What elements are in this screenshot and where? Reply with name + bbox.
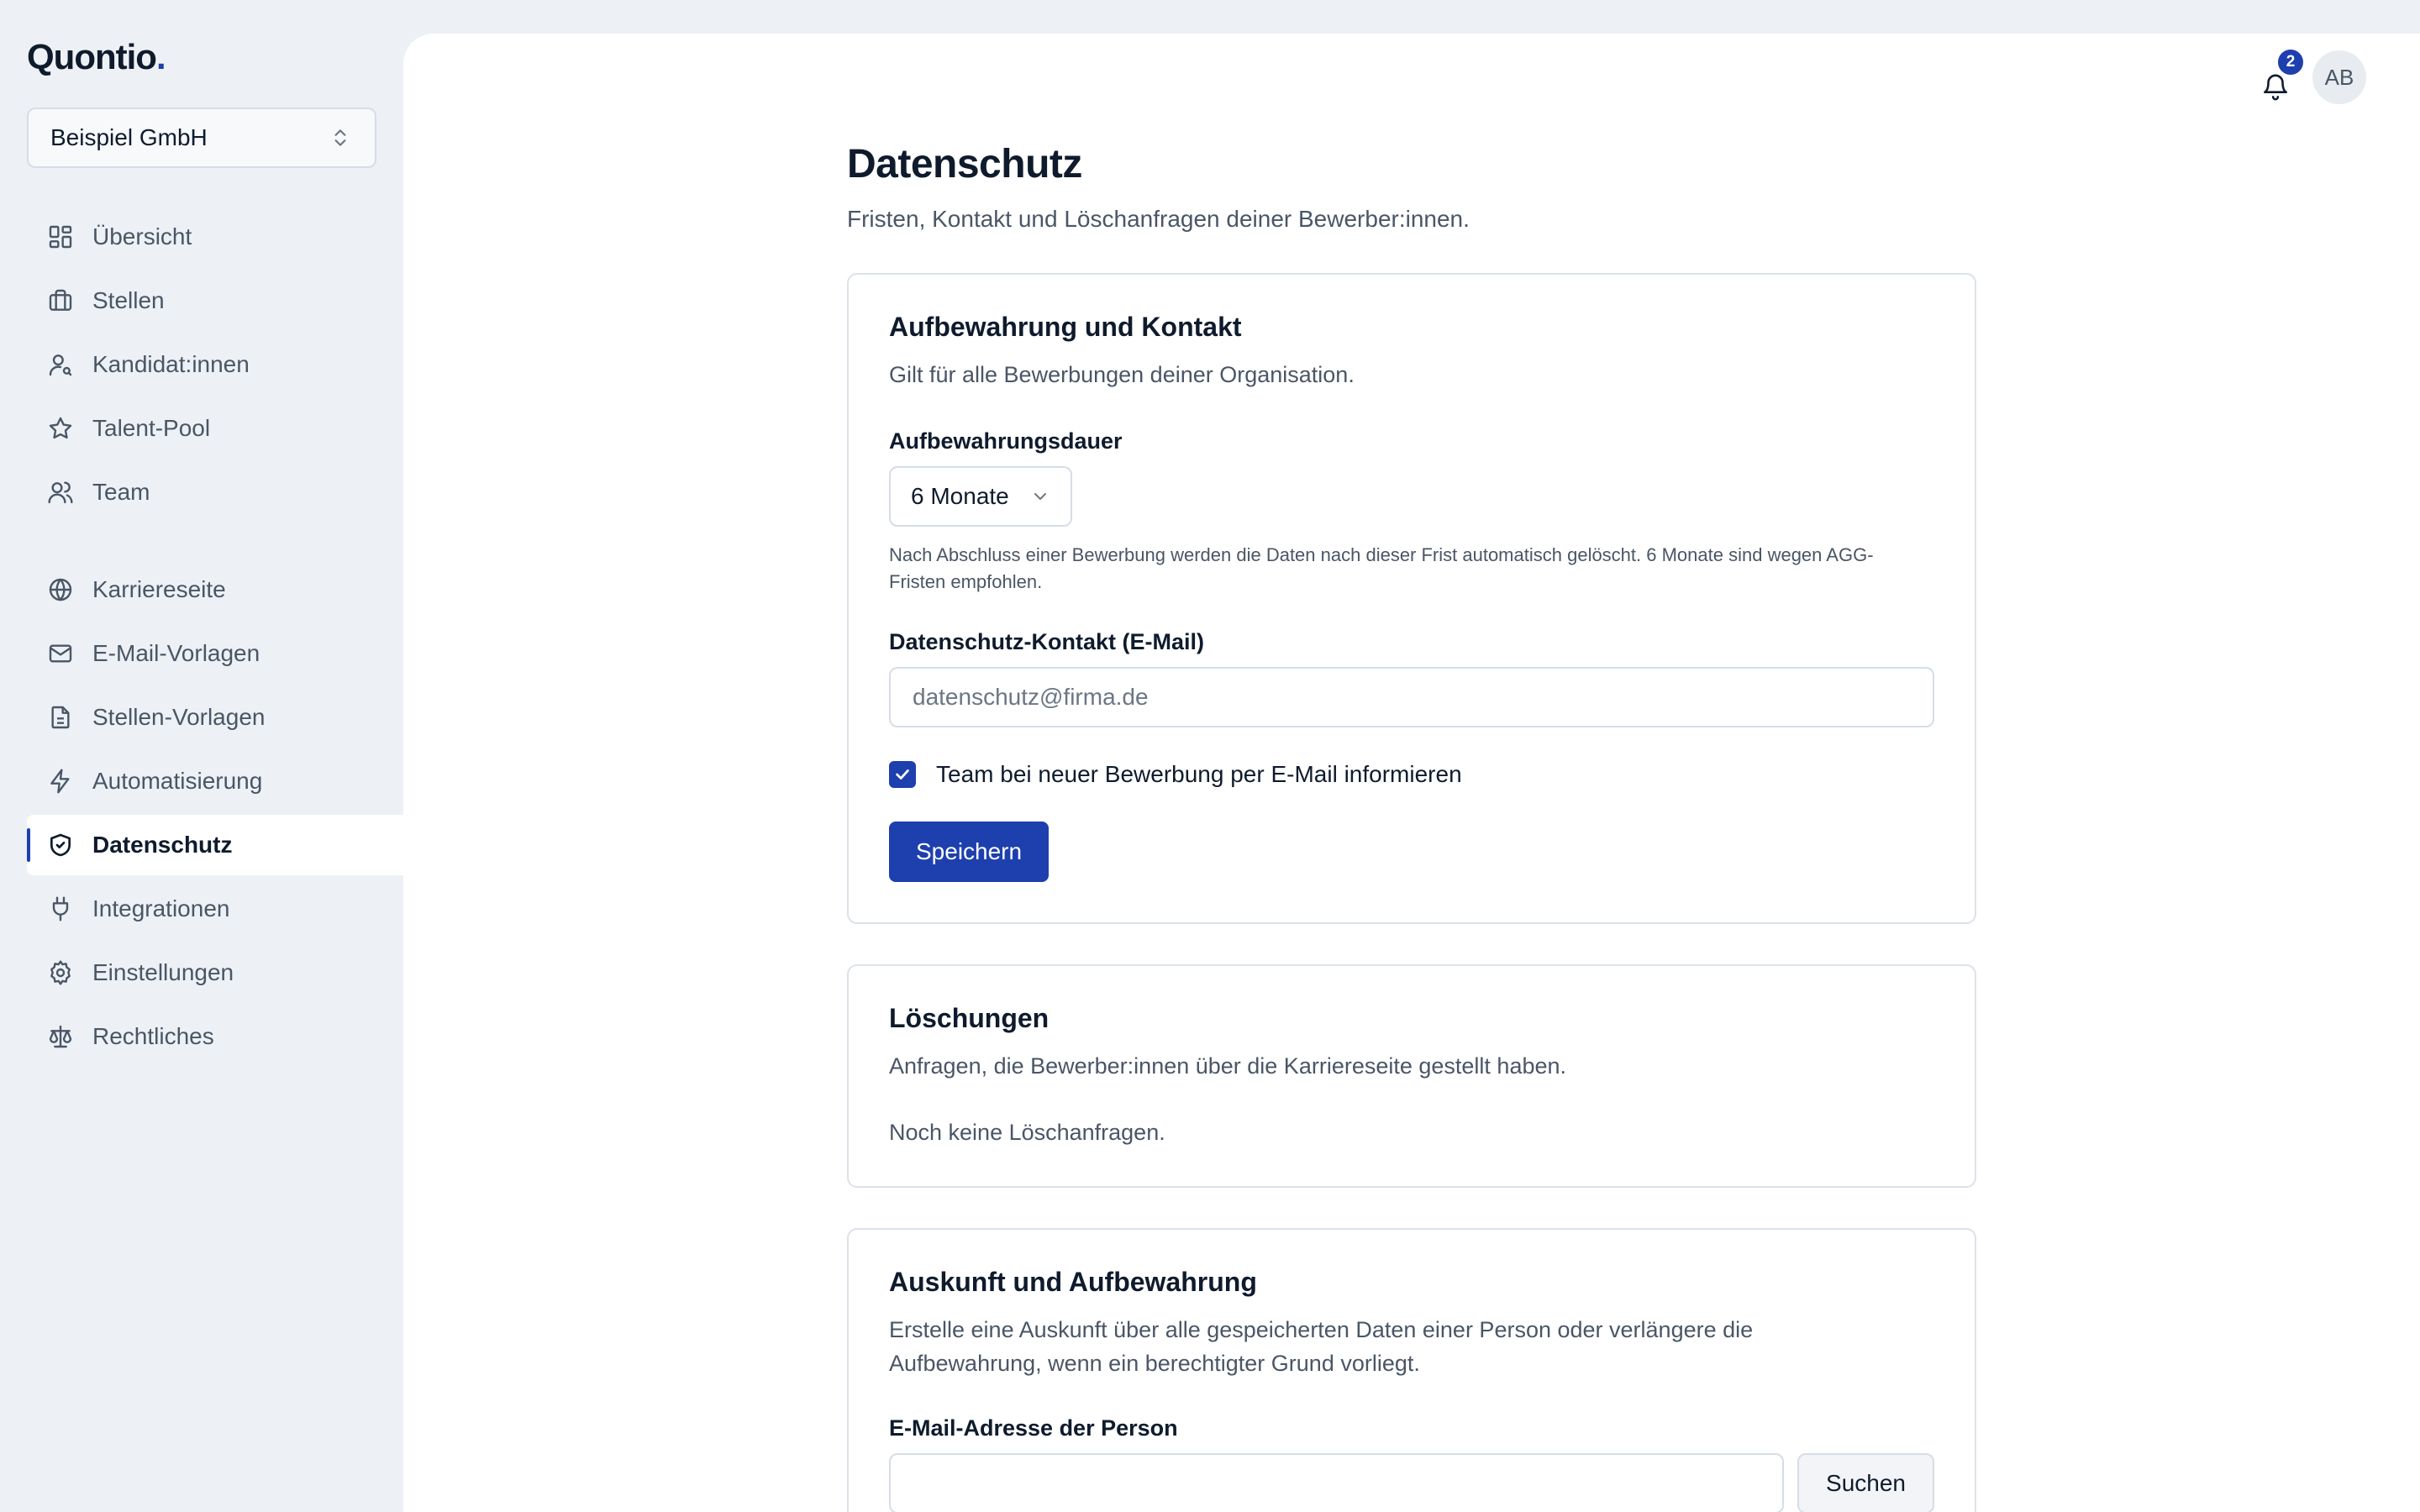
card-title: Löschungen: [889, 1003, 1050, 1033]
retention-contact-card: Aufbewahrung und Kontakt Gilt für alle B…: [847, 273, 1976, 924]
retention-duration-hint: Nach Abschluss einer Bewerbung werden di…: [889, 544, 1874, 592]
chevron-up-down-icon: [334, 129, 346, 146]
star-icon: [49, 417, 72, 439]
card-title: Auskunft und Aufbewahrung: [889, 1267, 1257, 1297]
dashboard-icon: [49, 225, 72, 249]
sidebar-item-label: E-Mail-Vorlagen: [92, 640, 260, 666]
notify-team-checkbox[interactable]: [889, 761, 916, 788]
user-search-icon: [49, 354, 72, 376]
notify-team-label[interactable]: Team bei neuer Bewerbung per E-Mail info…: [936, 761, 1462, 788]
sidebar: Quontio. Beispiel GmbH Übersicht Stellen…: [0, 0, 403, 1512]
sidebar-item-label: Team: [92, 479, 150, 505]
card-subtitle: Anfragen, die Bewerber:innen über die Ka…: [889, 1053, 1567, 1079]
sidebar-item-label: Stellen-Vorlagen: [92, 704, 266, 730]
globe-icon: [49, 578, 72, 601]
sidebar-item-label: Einstellungen: [92, 959, 234, 985]
sidebar-item-email-vorlagen[interactable]: E-Mail-Vorlagen: [27, 623, 403, 684]
person-search-row: Suchen: [889, 1453, 1934, 1512]
notify-team-row: Team bei neuer Bewerbung per E-Mail info…: [889, 761, 1934, 788]
sidebar-item-stellen[interactable]: Stellen: [27, 270, 403, 331]
page-title: Datenschutz: [847, 142, 1082, 186]
save-button[interactable]: Speichern: [889, 822, 1050, 882]
notification-count-badge: 2: [2275, 47, 2306, 77]
card-subtitle: Gilt für alle Bewerbungen deiner Organis…: [889, 362, 1355, 387]
briefcase-icon: [49, 289, 72, 311]
sidebar-item-label: Rechtliches: [92, 1023, 214, 1049]
data-access-card: Auskunft und Aufbewahrung Erstelle eine …: [847, 1228, 1976, 1512]
plug-icon: [52, 896, 69, 921]
bell-icon: [2263, 74, 2288, 101]
sidebar-item-karriereseite[interactable]: Karriereseite: [27, 559, 403, 620]
nav-divider: [27, 526, 403, 559]
sidebar-item-automatisierung[interactable]: Automatisierung: [27, 751, 403, 811]
users-icon: [48, 481, 73, 504]
card-subtitle: Erstelle eine Auskunft über alle gespeic…: [889, 1317, 1754, 1376]
sidebar-item-team[interactable]: Team: [27, 462, 403, 522]
sidebar-item-integrationen[interactable]: Integrationen: [27, 879, 403, 939]
privacy-contact-email-input[interactable]: [889, 667, 1934, 727]
mail-icon: [49, 644, 72, 663]
sidebar-item-label: Automatisierung: [92, 768, 263, 794]
retention-duration-label: Aufbewahrungsdauer: [889, 428, 1123, 454]
retention-duration-select[interactable]: 6 Monate: [889, 466, 1072, 527]
page-content: Datenschutz Fristen, Kontakt und Löschan…: [847, 141, 1976, 1512]
document-icon: [51, 706, 70, 729]
brand-logo[interactable]: Quontio.: [27, 37, 166, 77]
main-panel: 2 AB Datenschutz Fristen, Kontakt und Lö…: [403, 34, 2420, 1512]
lightning-icon: [50, 769, 70, 794]
shield-check-icon: [50, 833, 71, 857]
sidebar-item-talent-pool[interactable]: Talent-Pool: [27, 398, 403, 459]
person-email-input[interactable]: [889, 1453, 1785, 1512]
sidebar-item-einstellungen[interactable]: Einstellungen: [27, 942, 403, 1003]
page-subtitle: Fristen, Kontakt und Löschanfragen deine…: [847, 206, 1470, 232]
sidebar-item-label: Datenschutz: [92, 832, 233, 858]
sidebar-item-rechtliches[interactable]: Rechtliches: [27, 1006, 403, 1067]
sidebar-item-label: Karriereseite: [92, 576, 226, 602]
sidebar-item-stellen-vorlagen[interactable]: Stellen-Vorlagen: [27, 687, 403, 748]
sidebar-item-kandidatinnen[interactable]: Kandidat:innen: [27, 334, 403, 395]
deletions-empty-state: Noch keine Löschanfragen.: [889, 1120, 1165, 1145]
person-email-label: E-Mail-Adresse der Person: [889, 1415, 1178, 1441]
scale-icon: [49, 1025, 72, 1048]
retention-duration-value: 6 Monate: [911, 483, 1009, 509]
gear-icon: [50, 960, 71, 985]
chevron-down-icon: [1034, 493, 1046, 500]
sidebar-item-label: Übersicht: [92, 223, 192, 249]
sidebar-item-label: Talent-Pool: [92, 415, 211, 441]
organization-switcher[interactable]: Beispiel GmbH: [27, 108, 376, 168]
sidebar-item-uebersicht[interactable]: Übersicht: [27, 207, 403, 267]
sidebar-item-datenschutz[interactable]: Datenschutz: [27, 815, 403, 875]
sidebar-item-label: Integrationen: [92, 895, 230, 921]
privacy-contact-label: Datenschutz-Kontakt (E-Mail): [889, 629, 1205, 654]
sidebar-item-label: Kandidat:innen: [92, 351, 250, 377]
organization-name: Beispiel GmbH: [50, 124, 208, 150]
user-avatar[interactable]: AB: [2312, 50, 2366, 104]
checkmark-icon: [896, 769, 909, 780]
search-button[interactable]: Suchen: [1797, 1453, 1934, 1512]
card-title: Aufbewahrung und Kontakt: [889, 312, 1242, 342]
sidebar-nav: Übersicht Stellen Kandidat:innen Talent-…: [27, 207, 403, 1070]
sidebar-item-label: Stellen: [92, 287, 165, 313]
deletions-card: Löschungen Anfragen, die Bewerber:innen …: [847, 964, 1976, 1188]
